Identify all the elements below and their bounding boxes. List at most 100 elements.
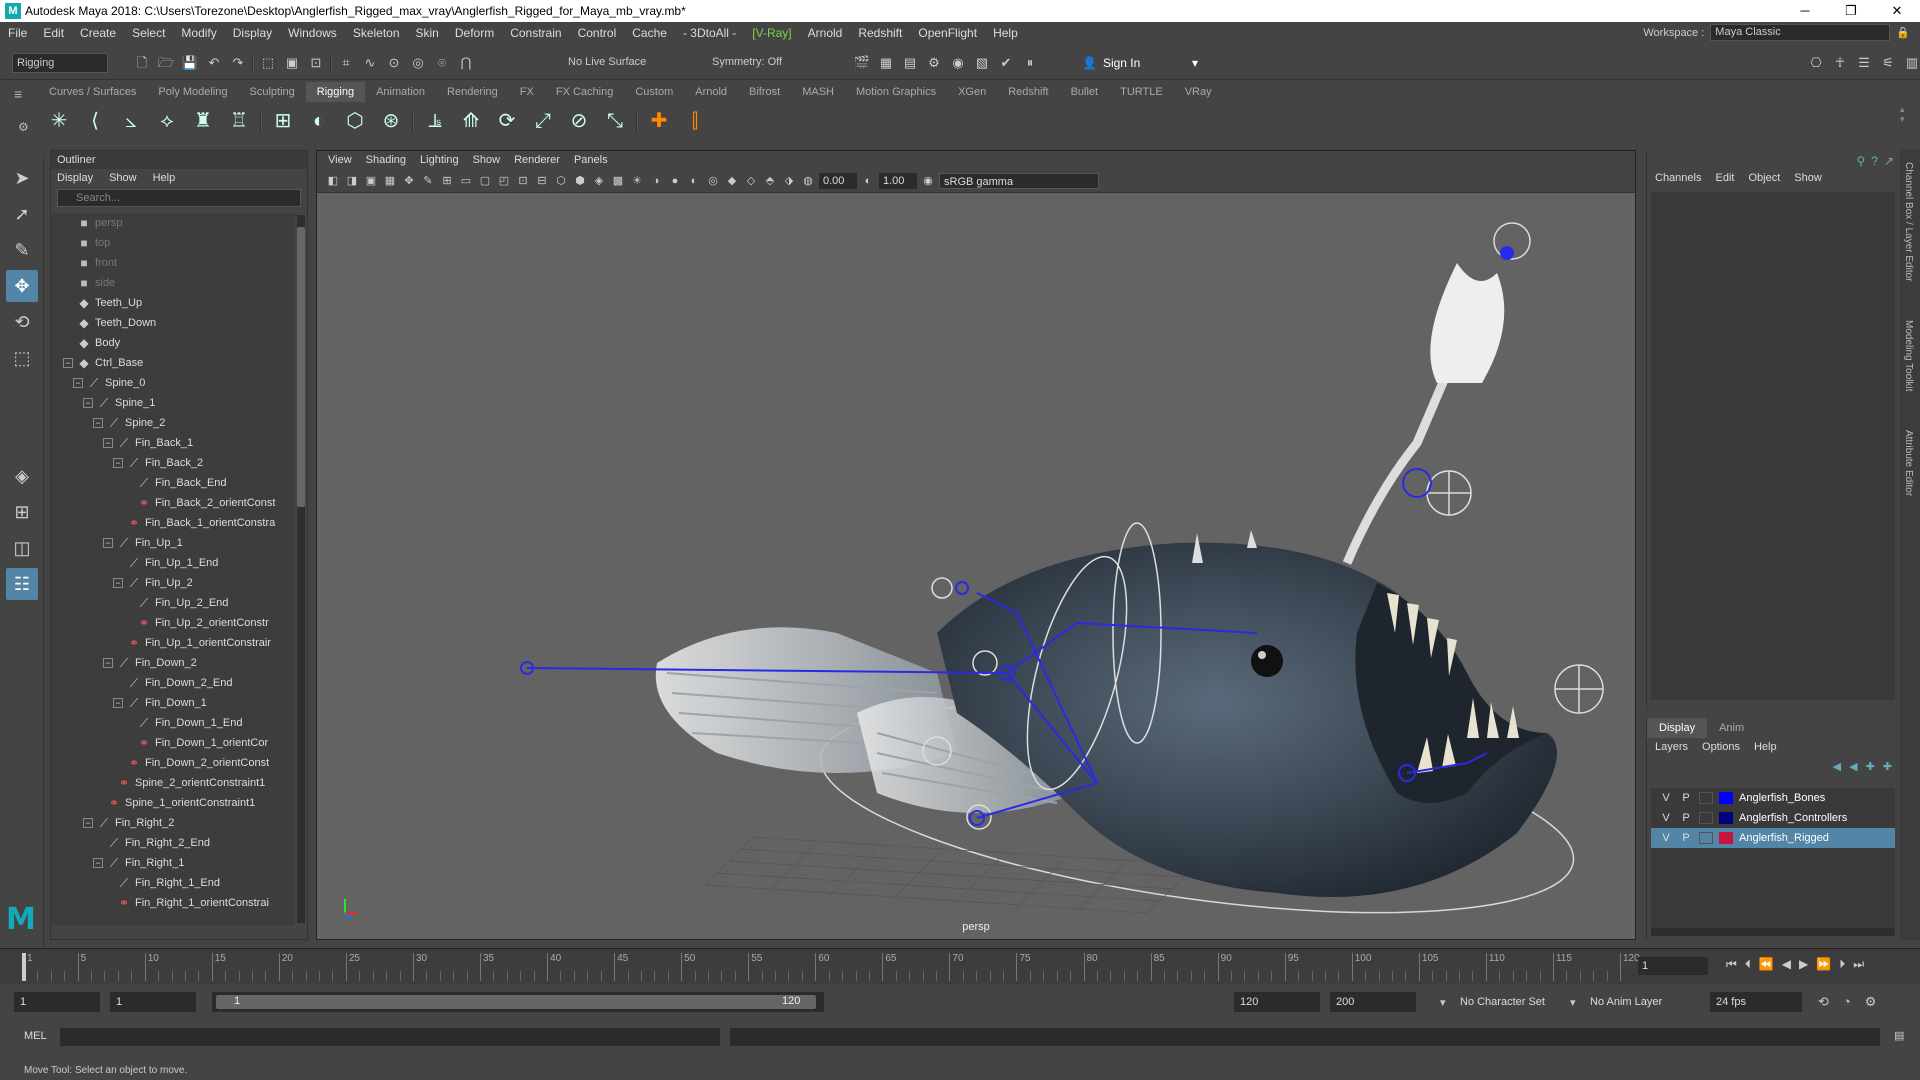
exposure-field[interactable]: 0.00	[819, 172, 857, 189]
pause-icon[interactable]: ⏸	[1020, 53, 1040, 73]
layer-color-swatch[interactable]	[1719, 792, 1733, 804]
save-scene-icon[interactable]: 💾	[180, 53, 200, 73]
close-button[interactable]: ✕	[1874, 0, 1920, 22]
ik-spline-icon[interactable]: ⟡	[152, 106, 182, 136]
shelf-scroll-icon[interactable]: ▴ ▾	[1900, 104, 1905, 124]
display-type-toggle[interactable]	[1699, 792, 1713, 804]
viewport-menu-view[interactable]: View	[321, 151, 359, 169]
shelf-tab-bullet[interactable]: Bullet	[1060, 82, 1110, 102]
outliner-item[interactable]: ⟋ Fin_Right_2_End	[51, 833, 295, 853]
safe-action-icon[interactable]: ⊟	[534, 173, 550, 189]
outliner-item[interactable]: − ⟋ Fin_Right_2	[51, 813, 295, 833]
channel-menu-object[interactable]: Object	[1748, 172, 1780, 190]
shelf-tab-mash[interactable]: MASH	[791, 82, 845, 102]
grid-icon[interactable]: ⊞	[439, 173, 455, 189]
2d-pan-icon[interactable]: ✥	[401, 173, 417, 189]
side-tab-modeling-toolkit[interactable]: Modeling Toolkit	[1903, 320, 1914, 392]
shelf-tab-rendering[interactable]: Rendering	[436, 82, 509, 102]
time-slider[interactable]: 1 5 10 15 20 25 30 35 40 45 50 55 60 65 70 75 80 85 90 95 10…	[0, 948, 1920, 984]
loop-icon[interactable]: ⟲	[1818, 994, 1829, 1010]
menu-3dtoall[interactable]: - 3DtoAll -	[675, 26, 744, 40]
motion-blur-icon[interactable]: ◐	[686, 173, 702, 189]
auto-key-icon[interactable]: ◔	[1843, 994, 1851, 1010]
ipr-icon[interactable]: ▤	[900, 53, 920, 73]
select-component-icon[interactable]: ⊡	[306, 53, 326, 73]
render-settings-icon[interactable]: ⚙	[924, 53, 944, 73]
anim-layer-dropdown[interactable]: No Anim Layer	[1590, 996, 1662, 1008]
shelf-tab-bifrost[interactable]: Bifrost	[738, 82, 791, 102]
human-ik-shelf-icon[interactable]: ♖	[224, 106, 254, 136]
resolution-gate-icon[interactable]: ▢	[477, 173, 493, 189]
go-to-start-icon[interactable]: ⏮	[1726, 957, 1737, 972]
expand-toggle-icon[interactable]: −	[103, 538, 113, 548]
snap-point-icon[interactable]: ⊙	[384, 53, 404, 73]
quick-rig-icon[interactable]: ♜	[188, 106, 218, 136]
move-tool-icon[interactable]: ✥	[6, 270, 38, 302]
ambient-occlusion-icon[interactable]: ●	[667, 173, 683, 189]
shelf-tab-redshift[interactable]: Redshift	[997, 82, 1059, 102]
attribute-editor-icon[interactable]: ☰	[1854, 53, 1874, 73]
menu-redshift[interactable]: Redshift	[850, 26, 910, 40]
two-pane-layout-icon[interactable]: ◫	[6, 532, 38, 564]
outliner-scrollbar[interactable]	[297, 215, 305, 923]
render-sequence-icon[interactable]: ▦	[876, 53, 896, 73]
new-layer-icon[interactable]: ✚	[1866, 760, 1875, 773]
select-object-icon[interactable]: ▣	[282, 53, 302, 73]
outliner-menu-display[interactable]: Display	[57, 169, 93, 187]
outliner-item[interactable]: ⚭ Spine_1_orientConstraint1	[51, 793, 295, 813]
step-forward-frame-icon[interactable]: ⏩	[1816, 957, 1831, 972]
gate-mask-icon[interactable]: ◰	[496, 173, 512, 189]
scale-tool-icon[interactable]: ⬚	[6, 342, 38, 374]
outliner-item[interactable]: − ⟋ Fin_Right_1	[51, 853, 295, 873]
shelf-menu-icon[interactable]: ≡	[14, 86, 22, 102]
outliner-item[interactable]: ⟋ Fin_Back_End	[51, 473, 295, 493]
grease-pencil-icon[interactable]: ✎	[420, 173, 436, 189]
redo-icon[interactable]: ↷	[228, 53, 248, 73]
layer-tab-anim[interactable]: Anim	[1707, 718, 1756, 738]
viewport-menu-show[interactable]: Show	[466, 151, 508, 169]
step-back-frame-icon[interactable]: ⏪	[1759, 957, 1774, 972]
point-constraint-icon[interactable]: ✚	[644, 106, 674, 136]
outliner-item[interactable]: ⚭ Fin_Down_1_orientCor	[51, 733, 295, 753]
snap-curve-icon[interactable]: ∿	[360, 53, 380, 73]
outliner-item[interactable]: ⚭ Spine_2_orientConstraint1	[51, 773, 295, 793]
outliner-item[interactable]: ◆ Body	[51, 333, 295, 353]
outliner-item[interactable]: ■ side	[51, 273, 295, 293]
aim-constraint-icon[interactable]: ⫿	[680, 106, 710, 136]
viewport-menu-shading[interactable]: Shading	[359, 151, 413, 169]
shelf-tab-poly-modeling[interactable]: Poly Modeling	[147, 82, 238, 102]
character-set-icon[interactable]: ▾	[1440, 996, 1446, 1009]
film-gate-icon[interactable]: ▭	[458, 173, 474, 189]
anim-prefs-icon[interactable]: ⚙	[1865, 994, 1877, 1010]
expand-toggle-icon[interactable]: −	[83, 398, 93, 408]
outliner-item[interactable]: − ⟋ Fin_Back_2	[51, 453, 295, 473]
wireframe-icon[interactable]: ⬡	[553, 173, 569, 189]
shelf-tab-rigging[interactable]: Rigging	[305, 82, 366, 102]
outliner-item[interactable]: ◆ Teeth_Down	[51, 313, 295, 333]
image-plane-icon[interactable]: ▦	[382, 173, 398, 189]
outliner-item[interactable]: ⟋ Fin_Up_2_End	[51, 593, 295, 613]
menu-deform[interactable]: Deform	[447, 26, 502, 40]
channel-menu-channels[interactable]: Channels	[1655, 172, 1701, 190]
field-chart-icon[interactable]: ⊡	[515, 173, 531, 189]
shelf-tab-turtle[interactable]: TURTLE	[1109, 82, 1174, 102]
side-tab-channel-box-layer-editor[interactable]: Channel Box / Layer Editor	[1903, 162, 1914, 282]
go-to-end-icon[interactable]: ⏭	[1853, 957, 1864, 972]
expand-toggle-icon[interactable]: −	[93, 858, 103, 868]
snap-surface-icon[interactable]: ⌾	[432, 53, 452, 73]
outliner-item[interactable]: − ⟋ Fin_Up_1	[51, 533, 295, 553]
xray-icon[interactable]: ◇	[743, 173, 759, 189]
symmetry-field[interactable]: Symmetry: Off	[708, 53, 804, 73]
snap-grid-icon[interactable]: ⌗	[336, 53, 356, 73]
create-joints-icon[interactable]: ✳	[44, 106, 74, 136]
snap-view-icon[interactable]: ◎	[408, 53, 428, 73]
command-input[interactable]	[60, 1028, 720, 1046]
color-space-dropdown[interactable]: sRGB gamma	[939, 172, 1099, 189]
start-time-field[interactable]: 1	[14, 992, 100, 1012]
menu-control[interactable]: Control	[570, 26, 625, 40]
expand-toggle-icon[interactable]: −	[83, 818, 93, 828]
side-tab-attribute-editor[interactable]: Attribute Editor	[1903, 430, 1914, 496]
outliner-item[interactable]: − ◆ Ctrl_Base	[51, 353, 295, 373]
playback-start-field[interactable]: 1	[110, 992, 196, 1012]
use-lights-icon[interactable]: ☀	[629, 173, 645, 189]
